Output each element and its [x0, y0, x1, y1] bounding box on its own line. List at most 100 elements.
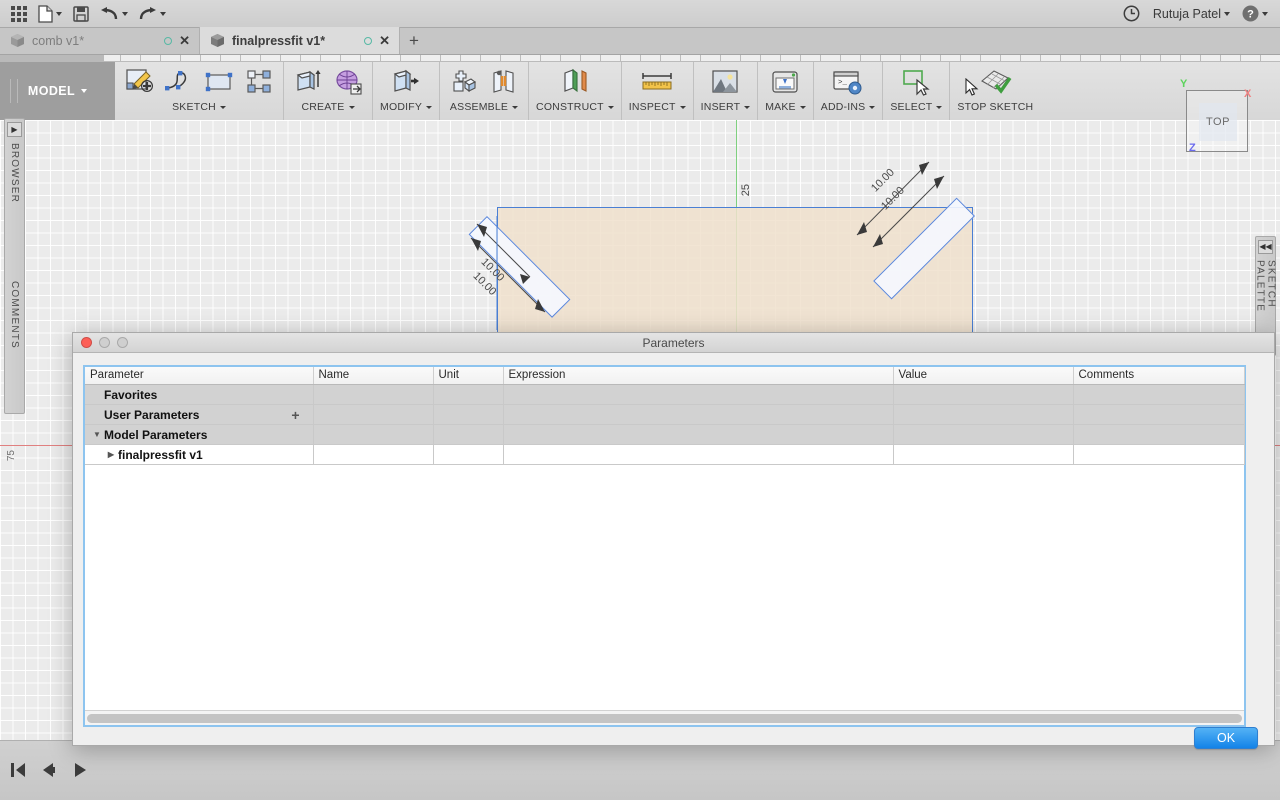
help-menu-button[interactable]: ?: [1238, 2, 1272, 26]
clock-history-icon[interactable]: [1119, 2, 1145, 26]
chevron-down-icon: [744, 105, 751, 109]
file-menu-button[interactable]: [34, 2, 66, 26]
row-unit-cell[interactable]: [433, 444, 504, 465]
sketch-pattern-icon[interactable]: [242, 65, 276, 99]
row-comments-cell[interactable]: [1073, 424, 1245, 445]
close-x-icon[interactable]: ✕: [379, 34, 390, 47]
ribbon-group-insert-label[interactable]: INSERT: [701, 101, 751, 113]
column-header-expression[interactable]: Expression: [503, 367, 894, 385]
axis-label-z: Z: [1189, 142, 1196, 154]
row-comments-cell[interactable]: [1073, 404, 1245, 425]
row-comments-cell[interactable]: [1073, 384, 1245, 405]
ribbon-label-text: MODIFY: [380, 101, 423, 113]
row-unit-cell[interactable]: [433, 404, 504, 425]
dimension-label-center[interactable]: 25: [740, 184, 752, 196]
joint-icon[interactable]: [487, 65, 521, 99]
stop-sketch-icon[interactable]: [978, 65, 1012, 99]
measure-ruler-icon[interactable]: [640, 65, 674, 99]
ribbon-group-stop-sketch-label[interactable]: STOP SKETCH: [957, 101, 1033, 113]
scrollbar-thumb[interactable]: [87, 713, 1242, 723]
undo-button[interactable]: [96, 2, 132, 26]
row-name-cell[interactable]: [313, 424, 434, 445]
ribbon-group-select-label[interactable]: SELECT: [890, 101, 943, 113]
redo-button[interactable]: [134, 2, 170, 26]
ribbon-group-make-label[interactable]: MAKE: [765, 101, 806, 113]
ribbon-group-select: SELECT: [883, 62, 951, 120]
row-value-cell[interactable]: [893, 424, 1074, 445]
ribbon-group-modify-label[interactable]: MODIFY: [380, 101, 433, 113]
row-parameter-cell[interactable]: Favorites: [85, 384, 314, 405]
document-tab-finalpressfit[interactable]: finalpressfit v1* ✕: [200, 27, 400, 54]
insert-image-icon[interactable]: [708, 65, 742, 99]
create-sketch-icon[interactable]: [122, 65, 156, 99]
spline-icon[interactable]: [162, 65, 196, 99]
row-name-cell[interactable]: [313, 384, 434, 405]
workspace-switcher[interactable]: MODEL: [0, 62, 115, 120]
offset-plane-icon[interactable]: [558, 65, 592, 99]
row-parameter-cell[interactable]: ▼ Model Parameters: [85, 424, 314, 445]
select-window-icon[interactable]: [899, 65, 933, 99]
row-value-cell[interactable]: [893, 404, 1074, 425]
column-header-comments[interactable]: Comments: [1073, 367, 1245, 385]
row-parameter-cell[interactable]: ▶ finalpressfit v1: [85, 444, 314, 465]
table-row[interactable]: User Parameters +: [85, 404, 1245, 425]
row-value-cell[interactable]: [893, 444, 1074, 465]
table-empty-area[interactable]: [85, 465, 1244, 710]
row-expression-cell[interactable]: [503, 404, 894, 425]
row-expression-cell[interactable]: [503, 424, 894, 445]
cube-icon: [11, 34, 24, 47]
row-name-cell[interactable]: [313, 404, 434, 425]
ribbon-group-create-label[interactable]: CREATE: [301, 101, 355, 113]
workspace-caret-icon: [81, 89, 88, 93]
rectangle-icon[interactable]: [202, 65, 236, 99]
ribbon-group-construct-label[interactable]: CONSTRUCT: [536, 101, 614, 113]
row-name-cell[interactable]: [313, 444, 434, 465]
scripts-addins-icon[interactable]: >_: [831, 65, 865, 99]
step-back-icon[interactable]: [39, 760, 59, 780]
close-x-icon[interactable]: ✕: [179, 34, 190, 47]
column-header-name[interactable]: Name: [313, 367, 434, 385]
dialog-title-bar[interactable]: Parameters: [73, 333, 1274, 353]
table-row[interactable]: Favorites: [85, 384, 1245, 405]
ribbon-group-sketch-label[interactable]: SKETCH: [172, 101, 226, 113]
ok-button[interactable]: OK: [1194, 727, 1258, 749]
document-tab-comb[interactable]: comb v1* ✕: [0, 27, 200, 54]
press-pull-icon[interactable]: [389, 65, 423, 99]
ribbon-group-inspect-label[interactable]: INSPECT: [629, 101, 686, 113]
row-parameter-cell[interactable]: User Parameters +: [85, 404, 314, 425]
ribbon-group-addins-label[interactable]: ADD-INS: [821, 101, 876, 113]
sidebar-item-comments[interactable]: COMMENTS: [9, 281, 20, 349]
add-user-parameter-button[interactable]: +: [291, 408, 299, 422]
chevron-down-icon[interactable]: ▼: [90, 430, 104, 439]
table-row[interactable]: ▶ finalpressfit v1: [85, 444, 1245, 465]
play-icon[interactable]: [70, 760, 90, 780]
table-row[interactable]: ▼ Model Parameters: [85, 424, 1245, 445]
chevron-right-icon[interactable]: ▶: [104, 450, 118, 459]
row-comments-cell[interactable]: [1073, 444, 1245, 465]
mesh-insert-icon[interactable]: [331, 65, 365, 99]
column-header-unit[interactable]: Unit: [433, 367, 504, 385]
3d-print-icon[interactable]: [768, 65, 802, 99]
chevron-down-icon: [426, 105, 433, 109]
row-expression-cell[interactable]: [503, 384, 894, 405]
new-component-icon[interactable]: [447, 65, 481, 99]
jump-to-start-icon[interactable]: [8, 760, 28, 780]
new-tab-button[interactable]: +: [400, 27, 428, 54]
extrude-icon[interactable]: [291, 65, 325, 99]
sidebar-item-browser[interactable]: BROWSER: [9, 143, 20, 203]
row-unit-cell[interactable]: [433, 424, 504, 445]
row-expression-cell[interactable]: [503, 444, 894, 465]
ribbon-group-assemble-label[interactable]: ASSEMBLE: [450, 101, 519, 113]
collapse-left-icon[interactable]: ▶: [7, 122, 22, 137]
grid-apps-icon[interactable]: [6, 2, 32, 26]
row-unit-cell[interactable]: [433, 384, 504, 405]
user-account-menu[interactable]: Rutuja Patel: [1149, 2, 1234, 26]
view-cube-top-face[interactable]: TOP: [1199, 103, 1237, 141]
parameters-table-container[interactable]: Parameter Name Unit Expression Value Com…: [83, 365, 1246, 727]
save-button[interactable]: [68, 2, 94, 26]
row-value-cell[interactable]: [893, 384, 1074, 405]
column-header-parameter[interactable]: Parameter: [85, 367, 314, 385]
column-header-value[interactable]: Value: [893, 367, 1074, 385]
collapse-right-icon[interactable]: ◀◀: [1258, 240, 1273, 254]
table-horizontal-scrollbar[interactable]: [85, 710, 1244, 725]
